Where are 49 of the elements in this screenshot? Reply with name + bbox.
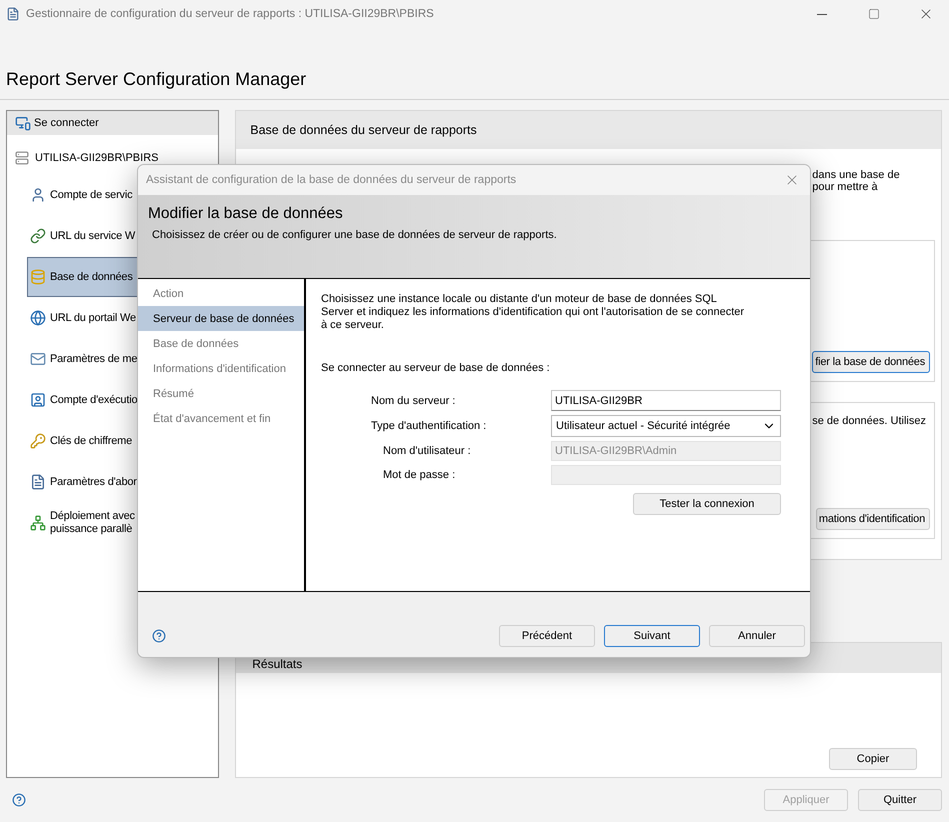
wizard-step[interactable]: Base de données [138,331,304,356]
wizard-step[interactable]: État d'avancement et fin [138,406,304,431]
action-button[interactable]: mations d'identification [816,508,930,530]
field-label: Nom d'utilisateur : [382,445,472,457]
link-icon [30,228,46,244]
wizard-step[interactable]: Informations d'identification [138,356,304,381]
panel-title: Base de données du serveur de rapports [236,111,941,149]
document-icon [30,474,46,490]
sidebar-item[interactable]: Paramètres d'abor [27,462,215,502]
help-icon[interactable] [152,629,166,643]
wizard-step[interactable]: Serveur de base de données [138,306,304,331]
field-label: Mot de passe : [382,469,456,481]
globe-icon [30,310,46,326]
wizard-button[interactable]: Annuler [709,625,805,647]
section-label: Se connecter au serveur de base de données : [321,362,550,374]
key-icon [30,433,46,449]
window-title: Gestionnaire de configuration du serveur de rapports : UTILISA-GII29BR\PBIRS [26,8,435,20]
computer-icon [15,115,31,131]
network-icon [30,515,46,531]
instructions-text: Choisissez une instance locale ou distante d'un moteur de base de données SQL Server et indiquez les informations d'identification qui ont l'autorisation de se connecter à ce serveur. [321,293,746,332]
copy-button[interactable]: Copier [829,748,917,770]
action-button[interactable]: fier la base de données [812,350,930,373]
description-text: dans une base de pour mettre à [812,168,900,193]
dialog-title: Assistant de configuration de la base de données du serveur de rapports [146,174,516,186]
auth-type-dropdown[interactable]: Utilisateur actuel - Sécurité intégrée [551,415,781,437]
wizard-step[interactable]: Résumé [138,381,304,406]
test-connection-button[interactable]: Tester la connexion [633,493,781,515]
wizard-button[interactable]: Suivant [604,625,700,647]
app-title: Report Server Configuration Manager [6,69,306,90]
envelope-icon [30,351,46,367]
app-icon [6,7,20,21]
input-field[interactable]: UTILISA-GII29BR [551,390,781,411]
user-icon [30,187,46,203]
dialog-heading: Modifier la base de données [148,205,343,223]
wizard-button[interactable]: Précédent [499,625,595,647]
sidebar-item[interactable]: Déploiement avec puissance parallè [27,503,215,543]
database-icon [30,269,46,285]
results-title: Résultats [252,657,302,671]
footer-button[interactable]: Quitter [858,789,942,811]
field-label: Nom du serveur : [371,394,456,406]
maximize-icon [868,8,880,20]
dialog-subtitle: Choisissez de créer ou de configurer une base de données de serveur de rapports. [151,229,557,241]
server-icon [15,151,29,165]
group-text: se de données. Utilisez [812,414,926,427]
field-label: Type d'authentification : [371,420,488,432]
connect-button[interactable]: Se connecter [7,111,218,135]
server-name: UTILISA-GII29BR\PBIRS [35,152,158,164]
help-icon[interactable] [12,793,26,807]
user-card-icon [30,392,46,408]
